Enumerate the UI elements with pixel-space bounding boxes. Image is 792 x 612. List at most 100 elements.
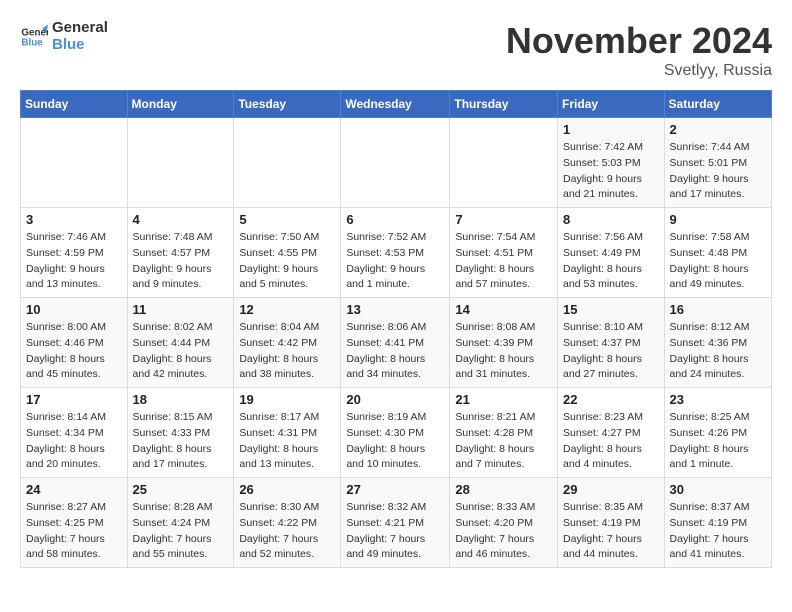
day-number: 1 bbox=[563, 122, 659, 137]
calendar-cell: 26Sunrise: 8:30 AMSunset: 4:22 PMDayligh… bbox=[234, 478, 341, 568]
calendar-cell: 17 Sunrise: 8:14 AMSunset: 4:34 PMDayligh… bbox=[21, 388, 128, 478]
calendar-cell: 2Sunrise: 7:44 AMSunset: 5:01 PMDaylight… bbox=[664, 118, 771, 208]
day-info: Sunrise: 8:17 AMSunset: 4:31 PMDaylight:… bbox=[239, 410, 335, 473]
calendar-week-row: 1 Sunrise: 7:42 AMSunset: 5:03 PMDaylight… bbox=[21, 118, 772, 208]
logo-text-blue: Blue bbox=[52, 37, 108, 54]
calendar-cell bbox=[341, 118, 450, 208]
day-info: Sunrise: 7:42 AMSunset: 5:03 PMDaylight:… bbox=[563, 140, 659, 203]
day-info: Sunrise: 8:28 AMSunset: 4:24 PMDaylight:… bbox=[133, 500, 229, 563]
weekday-header: Saturday bbox=[664, 91, 771, 118]
calendar-cell: 7 Sunrise: 7:54 AMSunset: 4:51 PMDaylight… bbox=[450, 208, 558, 298]
calendar-cell: 3 Sunrise: 7:46 AMSunset: 4:59 PMDaylight… bbox=[21, 208, 128, 298]
logo: General Blue General Blue bbox=[20, 20, 108, 53]
day-number: 14 bbox=[455, 302, 552, 317]
day-info: Sunrise: 8:19 AMSunset: 4:30 PMDaylight:… bbox=[346, 410, 444, 473]
day-number: 3 bbox=[26, 212, 122, 227]
calendar-cell: 13 Sunrise: 8:06 AMSunset: 4:41 PMDayligh… bbox=[341, 298, 450, 388]
day-info: Sunrise: 7:58 AMSunset: 4:48 PMDaylight:… bbox=[670, 230, 766, 293]
day-info: Sunrise: 8:12 AMSunset: 4:36 PMDaylight:… bbox=[670, 320, 766, 383]
calendar-cell: 10 Sunrise: 8:00 AMSunset: 4:46 PMDayligh… bbox=[21, 298, 128, 388]
calendar-cell bbox=[21, 118, 128, 208]
day-info: Sunrise: 8:02 AMSunset: 4:44 PMDaylight:… bbox=[133, 320, 229, 383]
logo-text-general: General bbox=[52, 20, 108, 37]
weekday-header: Thursday bbox=[450, 91, 558, 118]
day-info: Sunrise: 8:37 AMSunset: 4:19 PMDaylight:… bbox=[670, 500, 766, 563]
day-number: 25 bbox=[133, 482, 229, 497]
day-number: 29 bbox=[563, 482, 659, 497]
calendar-cell: 19 Sunrise: 8:17 AMSunset: 4:31 PMDayligh… bbox=[234, 388, 341, 478]
calendar-cell bbox=[127, 118, 234, 208]
calendar-week-row: 24Sunrise: 8:27 AMSunset: 4:25 PMDayligh… bbox=[21, 478, 772, 568]
day-info: Sunrise: 7:54 AMSunset: 4:51 PMDaylight:… bbox=[455, 230, 552, 293]
calendar-cell bbox=[234, 118, 341, 208]
day-info: Sunrise: 8:33 AMSunset: 4:20 PMDaylight:… bbox=[455, 500, 552, 563]
day-info: Sunrise: 8:06 AMSunset: 4:41 PMDaylight:… bbox=[346, 320, 444, 383]
day-number: 21 bbox=[455, 392, 552, 407]
day-info: Sunrise: 8:14 AMSunset: 4:34 PMDaylight:… bbox=[26, 410, 122, 473]
calendar-cell: 27 Sunrise: 8:32 AMSunset: 4:21 PMDayligh… bbox=[341, 478, 450, 568]
day-number: 6 bbox=[346, 212, 444, 227]
day-number: 23 bbox=[670, 392, 766, 407]
day-number: 5 bbox=[239, 212, 335, 227]
day-info: Sunrise: 8:35 AMSunset: 4:19 PMDaylight:… bbox=[563, 500, 659, 563]
day-info: Sunrise: 7:56 AMSunset: 4:49 PMDaylight:… bbox=[563, 230, 659, 293]
location: Svetlyy, Russia bbox=[506, 62, 772, 80]
calendar-header: SundayMondayTuesdayWednesdayThursdayFrid… bbox=[21, 91, 772, 118]
calendar-cell: 5Sunrise: 7:50 AMSunset: 4:55 PMDaylight… bbox=[234, 208, 341, 298]
calendar-cell: 8 Sunrise: 7:56 AMSunset: 4:49 PMDaylight… bbox=[558, 208, 665, 298]
day-info: Sunrise: 7:44 AMSunset: 5:01 PMDaylight:… bbox=[670, 140, 766, 203]
day-info: Sunrise: 8:21 AMSunset: 4:28 PMDaylight:… bbox=[455, 410, 552, 473]
calendar-body: 1 Sunrise: 7:42 AMSunset: 5:03 PMDaylight… bbox=[21, 118, 772, 568]
day-number: 7 bbox=[455, 212, 552, 227]
day-number: 12 bbox=[239, 302, 335, 317]
day-info: Sunrise: 7:46 AMSunset: 4:59 PMDaylight:… bbox=[26, 230, 122, 293]
day-number: 17 bbox=[26, 392, 122, 407]
calendar-cell: 22Sunrise: 8:23 AMSunset: 4:27 PMDayligh… bbox=[558, 388, 665, 478]
calendar-cell: 30 Sunrise: 8:37 AMSunset: 4:19 PMDayligh… bbox=[664, 478, 771, 568]
calendar-table: SundayMondayTuesdayWednesdayThursdayFrid… bbox=[20, 90, 772, 568]
day-number: 20 bbox=[346, 392, 444, 407]
day-number: 27 bbox=[346, 482, 444, 497]
day-number: 18 bbox=[133, 392, 229, 407]
day-info: Sunrise: 8:27 AMSunset: 4:25 PMDaylight:… bbox=[26, 500, 122, 563]
calendar-cell bbox=[450, 118, 558, 208]
calendar-cell: 18Sunrise: 8:15 AMSunset: 4:33 PMDayligh… bbox=[127, 388, 234, 478]
calendar-cell: 20 Sunrise: 8:19 AMSunset: 4:30 PMDayligh… bbox=[341, 388, 450, 478]
day-info: Sunrise: 8:10 AMSunset: 4:37 PMDaylight:… bbox=[563, 320, 659, 383]
calendar-cell: 25 Sunrise: 8:28 AMSunset: 4:24 PMDayligh… bbox=[127, 478, 234, 568]
day-info: Sunrise: 8:30 AMSunset: 4:22 PMDaylight:… bbox=[239, 500, 335, 563]
weekday-header: Sunday bbox=[21, 91, 128, 118]
month-title: November 2024 bbox=[506, 20, 772, 62]
weekday-header: Friday bbox=[558, 91, 665, 118]
svg-text:Blue: Blue bbox=[21, 37, 43, 48]
day-number: 4 bbox=[133, 212, 229, 227]
calendar-cell: 4 Sunrise: 7:48 AMSunset: 4:57 PMDaylight… bbox=[127, 208, 234, 298]
calendar-week-row: 3 Sunrise: 7:46 AMSunset: 4:59 PMDaylight… bbox=[21, 208, 772, 298]
weekday-header: Monday bbox=[127, 91, 234, 118]
weekday-header: Tuesday bbox=[234, 91, 341, 118]
day-info: Sunrise: 8:00 AMSunset: 4:46 PMDaylight:… bbox=[26, 320, 122, 383]
day-info: Sunrise: 8:08 AMSunset: 4:39 PMDaylight:… bbox=[455, 320, 552, 383]
day-number: 8 bbox=[563, 212, 659, 227]
logo-icon: General Blue bbox=[20, 23, 48, 51]
day-number: 11 bbox=[133, 302, 229, 317]
day-number: 19 bbox=[239, 392, 335, 407]
calendar-cell: 12Sunrise: 8:04 AMSunset: 4:42 PMDayligh… bbox=[234, 298, 341, 388]
day-info: Sunrise: 8:32 AMSunset: 4:21 PMDaylight:… bbox=[346, 500, 444, 563]
day-number: 13 bbox=[346, 302, 444, 317]
calendar-cell: 29 Sunrise: 8:35 AMSunset: 4:19 PMDayligh… bbox=[558, 478, 665, 568]
calendar-cell: 16Sunrise: 8:12 AMSunset: 4:36 PMDayligh… bbox=[664, 298, 771, 388]
calendar-cell: 11 Sunrise: 8:02 AMSunset: 4:44 PMDayligh… bbox=[127, 298, 234, 388]
calendar-cell: 9Sunrise: 7:58 AMSunset: 4:48 PMDaylight… bbox=[664, 208, 771, 298]
day-info: Sunrise: 7:52 AMSunset: 4:53 PMDaylight:… bbox=[346, 230, 444, 293]
day-info: Sunrise: 7:48 AMSunset: 4:57 PMDaylight:… bbox=[133, 230, 229, 293]
day-number: 15 bbox=[563, 302, 659, 317]
calendar-cell: 6 Sunrise: 7:52 AMSunset: 4:53 PMDaylight… bbox=[341, 208, 450, 298]
day-number: 10 bbox=[26, 302, 122, 317]
calendar-cell: 28Sunrise: 8:33 AMSunset: 4:20 PMDayligh… bbox=[450, 478, 558, 568]
weekday-row: SundayMondayTuesdayWednesdayThursdayFrid… bbox=[21, 91, 772, 118]
day-number: 30 bbox=[670, 482, 766, 497]
page-header: General Blue General Blue November 2024 … bbox=[20, 20, 772, 80]
day-info: Sunrise: 8:23 AMSunset: 4:27 PMDaylight:… bbox=[563, 410, 659, 473]
calendar-cell: 21 Sunrise: 8:21 AMSunset: 4:28 PMDayligh… bbox=[450, 388, 558, 478]
